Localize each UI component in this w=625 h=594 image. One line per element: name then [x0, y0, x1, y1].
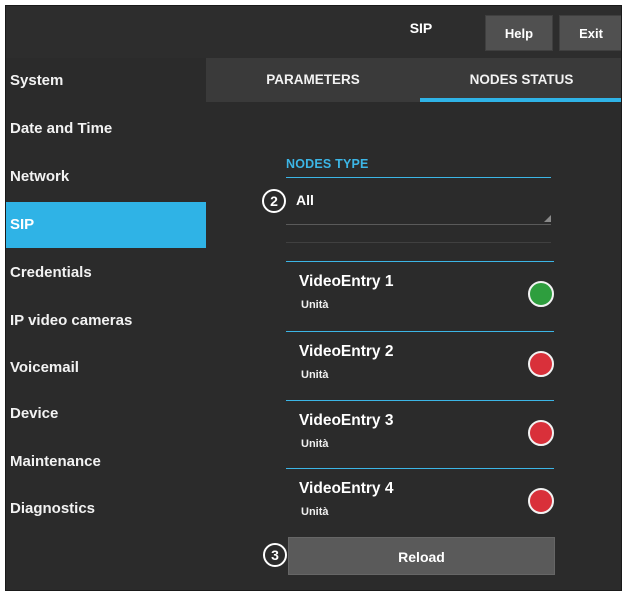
node-name: VideoEntry 2 — [299, 343, 394, 360]
exit-button[interactable]: Exit — [559, 15, 621, 51]
nodes-type-label: NODES TYPE — [286, 157, 369, 171]
status-offline-icon — [528, 488, 554, 514]
status-offline-icon — [528, 420, 554, 446]
callout-marker: 2 — [262, 189, 286, 213]
node-row: VideoEntry 3 Unità — [286, 400, 554, 468]
page-title: SIP — [409, 20, 433, 36]
sidebar-item-sip[interactable]: SIP — [6, 202, 206, 248]
sidebar-item-voicemail[interactable]: Voicemail — [6, 345, 206, 391]
nodes-status-panel: NODES TYPE 2 All VideoEntry 1 Unità Vide… — [206, 102, 621, 590]
sidebar-item-ip-video-cameras[interactable]: IP video cameras — [6, 298, 206, 344]
node-name: VideoEntry 1 — [299, 273, 394, 290]
node-type: Unità — [301, 369, 329, 381]
reload-button[interactable]: Reload — [288, 537, 555, 575]
sidebar-item-system[interactable]: System — [6, 58, 206, 104]
tab-parameters[interactable]: PARAMETERS — [206, 58, 420, 102]
callout-marker: 3 — [263, 543, 287, 567]
tab-nodes-status[interactable]: NODES STATUS — [420, 58, 621, 102]
list-divider — [286, 242, 551, 243]
nodes-type-value: All — [296, 192, 314, 208]
status-offline-icon — [528, 351, 554, 377]
sidebar: System Date and Time Network SIP Credent… — [6, 58, 206, 590]
nodes-type-divider — [286, 177, 551, 178]
nodes-type-select[interactable]: All — [286, 182, 551, 225]
app-window: SIP Help Exit System Date and Time Netwo… — [5, 5, 622, 591]
node-row: VideoEntry 2 Unità — [286, 331, 554, 399]
sidebar-item-credentials[interactable]: Credentials — [6, 250, 206, 296]
node-name: VideoEntry 3 — [299, 412, 394, 429]
dropdown-corner-icon — [544, 215, 551, 222]
node-type: Unità — [301, 299, 329, 311]
sidebar-item-maintenance[interactable]: Maintenance — [6, 439, 206, 485]
node-row: VideoEntry 4 Unità — [286, 468, 554, 536]
tab-bar: PARAMETERS NODES STATUS — [206, 58, 621, 102]
help-button[interactable]: Help — [485, 15, 553, 51]
sidebar-item-date-and-time[interactable]: Date and Time — [6, 106, 206, 152]
node-name: VideoEntry 4 — [299, 480, 394, 497]
top-bar: SIP Help Exit — [6, 6, 621, 58]
sidebar-item-network[interactable]: Network — [6, 154, 206, 200]
sidebar-item-device[interactable]: Device — [6, 391, 206, 437]
node-type: Unità — [301, 506, 329, 518]
select-underline — [286, 224, 551, 225]
sidebar-item-diagnostics[interactable]: Diagnostics — [6, 486, 206, 532]
node-row: VideoEntry 1 Unità — [286, 261, 554, 329]
status-online-icon — [528, 281, 554, 307]
node-type: Unità — [301, 438, 329, 450]
